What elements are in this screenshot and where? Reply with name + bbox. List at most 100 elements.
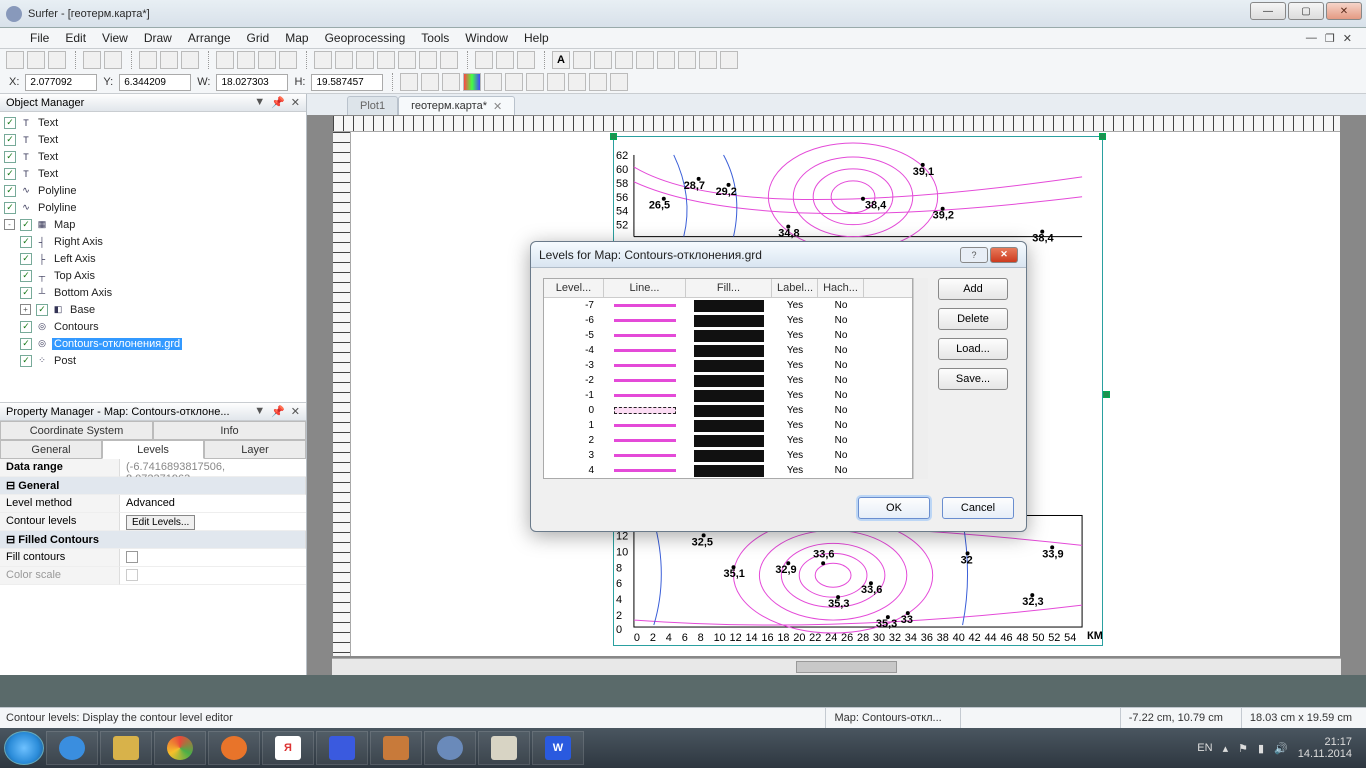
scrollbar-horizontal[interactable] bbox=[332, 658, 1341, 675]
panel-dropdown-icon[interactable]: ▼ bbox=[254, 96, 265, 109]
start-button[interactable] bbox=[4, 731, 44, 765]
menu-window[interactable]: Window bbox=[457, 29, 516, 47]
taskbar[interactable]: Я W EN ▴ ⚑ ▮ 🔊 21:17 14.11.2014 bbox=[0, 728, 1366, 768]
taskbar-ie[interactable] bbox=[46, 731, 98, 765]
levels-grid[interactable]: Level... Line... Fill... Label... Hach..… bbox=[543, 278, 913, 479]
dialog-close-button[interactable]: ✕ bbox=[990, 247, 1018, 263]
taskbar-word[interactable]: W bbox=[532, 731, 584, 765]
tree-node[interactable]: ✓┤Right Axis bbox=[0, 233, 306, 250]
delete-button[interactable]: Delete bbox=[938, 308, 1008, 330]
tree-node[interactable]: ✓◎Contours-отклонения.grd bbox=[0, 335, 306, 352]
tray-up-icon[interactable]: ▴ bbox=[1223, 742, 1229, 755]
tree-node[interactable]: ✓∿Polyline bbox=[0, 199, 306, 216]
tool-undo-icon[interactable] bbox=[83, 51, 101, 69]
level-row[interactable]: -3YesNo bbox=[544, 358, 912, 373]
tab-coordinate-system[interactable]: Coordinate System bbox=[0, 421, 153, 440]
tab-geotherm[interactable]: геотерм.карта*✕ bbox=[398, 96, 515, 115]
add-button[interactable]: Add bbox=[938, 278, 1008, 300]
tool-ellipse-icon[interactable] bbox=[419, 51, 437, 69]
col-fill[interactable]: Fill... bbox=[686, 279, 772, 297]
level-row[interactable]: -2YesNo bbox=[544, 373, 912, 388]
tool-polygon-icon[interactable] bbox=[377, 51, 395, 69]
menu-map[interactable]: Map bbox=[277, 29, 316, 47]
tree-node[interactable]: ✓TText bbox=[0, 114, 306, 131]
tool-grid-3-icon[interactable] bbox=[615, 51, 633, 69]
tree-node[interactable]: ✓┬Top Axis bbox=[0, 267, 306, 284]
level-row[interactable]: 0YesNo bbox=[544, 403, 912, 418]
tool-rect-icon[interactable] bbox=[398, 51, 416, 69]
tool-new-icon[interactable] bbox=[6, 51, 24, 69]
tray-network-icon[interactable]: ▮ bbox=[1258, 742, 1264, 755]
menu-grid[interactable]: Grid bbox=[239, 29, 278, 47]
tool-grid-6-icon[interactable] bbox=[678, 51, 696, 69]
menu-draw[interactable]: Draw bbox=[136, 29, 180, 47]
load-button[interactable]: Load... bbox=[938, 338, 1008, 360]
tool-font-a-icon[interactable]: A bbox=[552, 51, 570, 69]
dialog-help-button[interactable]: ? bbox=[960, 247, 988, 263]
tree-node[interactable]: ✓TText bbox=[0, 165, 306, 182]
grid-scrollbar[interactable] bbox=[913, 278, 928, 479]
tool-fit-icon[interactable] bbox=[279, 51, 297, 69]
tool-align-icon[interactable] bbox=[517, 51, 535, 69]
tool-map-8-icon[interactable] bbox=[547, 73, 565, 91]
tool-map-1-icon[interactable] bbox=[400, 73, 418, 91]
tree-node[interactable]: -✓▦Map bbox=[0, 216, 306, 233]
col-line[interactable]: Line... bbox=[604, 279, 686, 297]
panel-pin-icon[interactable]: 📌 bbox=[271, 96, 285, 109]
taskbar-app1[interactable] bbox=[370, 731, 422, 765]
tab-general[interactable]: General bbox=[0, 440, 102, 459]
cancel-button[interactable]: Cancel bbox=[942, 497, 1014, 519]
tree-node[interactable]: ✓◎Contours bbox=[0, 318, 306, 335]
close-button[interactable]: ✕ bbox=[1326, 2, 1362, 20]
taskbar-save[interactable] bbox=[316, 731, 368, 765]
tool-map-11-icon[interactable] bbox=[610, 73, 628, 91]
taskbar-notepad[interactable] bbox=[478, 731, 530, 765]
tree-node[interactable]: ✓┴Bottom Axis bbox=[0, 284, 306, 301]
tool-open-icon[interactable] bbox=[27, 51, 45, 69]
col-label[interactable]: Label... bbox=[772, 279, 818, 297]
tool-colormap-icon[interactable] bbox=[463, 73, 481, 91]
taskbar-explorer[interactable] bbox=[100, 731, 152, 765]
col-level[interactable]: Level... bbox=[544, 279, 604, 297]
tool-rotate-icon[interactable] bbox=[496, 51, 514, 69]
panel-close-icon[interactable]: ✕ bbox=[291, 96, 300, 109]
fill-contours-checkbox[interactable] bbox=[126, 551, 138, 563]
level-row[interactable]: -4YesNo bbox=[544, 343, 912, 358]
menu-help[interactable]: Help bbox=[516, 29, 557, 47]
col-hach[interactable]: Hach... bbox=[818, 279, 864, 297]
tool-map-6-icon[interactable] bbox=[505, 73, 523, 91]
tray-flag-icon[interactable]: ⚑ bbox=[1238, 742, 1248, 755]
mdi-restore-button[interactable]: ❐ bbox=[1325, 32, 1335, 45]
menu-edit[interactable]: Edit bbox=[57, 29, 94, 47]
edit-levels-button[interactable]: Edit Levels... bbox=[126, 515, 195, 530]
tray-time[interactable]: 21:17 bbox=[1298, 736, 1352, 748]
level-row[interactable]: -7YesNo bbox=[544, 298, 912, 313]
save-button[interactable]: Save... bbox=[938, 368, 1008, 390]
tab-close-icon[interactable]: ✕ bbox=[493, 100, 502, 113]
menu-tools[interactable]: Tools bbox=[413, 29, 457, 47]
tool-grid-5-icon[interactable] bbox=[657, 51, 675, 69]
tab-info[interactable]: Info bbox=[153, 421, 306, 440]
tray-sound-icon[interactable]: 🔊 bbox=[1274, 742, 1288, 755]
tool-symbol-icon[interactable] bbox=[440, 51, 458, 69]
tool-map-7-icon[interactable] bbox=[526, 73, 544, 91]
level-row[interactable]: 3YesNo bbox=[544, 448, 912, 463]
minimize-button[interactable]: — bbox=[1250, 2, 1286, 20]
panel-close-icon[interactable]: ✕ bbox=[291, 405, 300, 418]
panel-dropdown-icon[interactable]: ▼ bbox=[254, 405, 265, 418]
taskbar-firefox[interactable] bbox=[208, 731, 260, 765]
coord-w-value[interactable]: 18.027303 bbox=[216, 74, 288, 91]
tool-pan-icon[interactable] bbox=[258, 51, 276, 69]
tree-node[interactable]: +✓◧Base bbox=[0, 301, 306, 318]
tool-copy-icon[interactable] bbox=[160, 51, 178, 69]
tray-lang[interactable]: EN bbox=[1197, 742, 1212, 754]
ok-button[interactable]: OK bbox=[858, 497, 930, 519]
level-row[interactable]: 2YesNo bbox=[544, 433, 912, 448]
menu-geoprocessing[interactable]: Geoprocessing bbox=[317, 29, 414, 47]
tool-text-icon[interactable] bbox=[335, 51, 353, 69]
tool-save-icon[interactable] bbox=[48, 51, 66, 69]
coord-h-value[interactable]: 19.587457 bbox=[311, 74, 383, 91]
tool-map-5-icon[interactable] bbox=[484, 73, 502, 91]
tray-date[interactable]: 14.11.2014 bbox=[1298, 748, 1352, 760]
tree-node[interactable]: ✓TText bbox=[0, 131, 306, 148]
